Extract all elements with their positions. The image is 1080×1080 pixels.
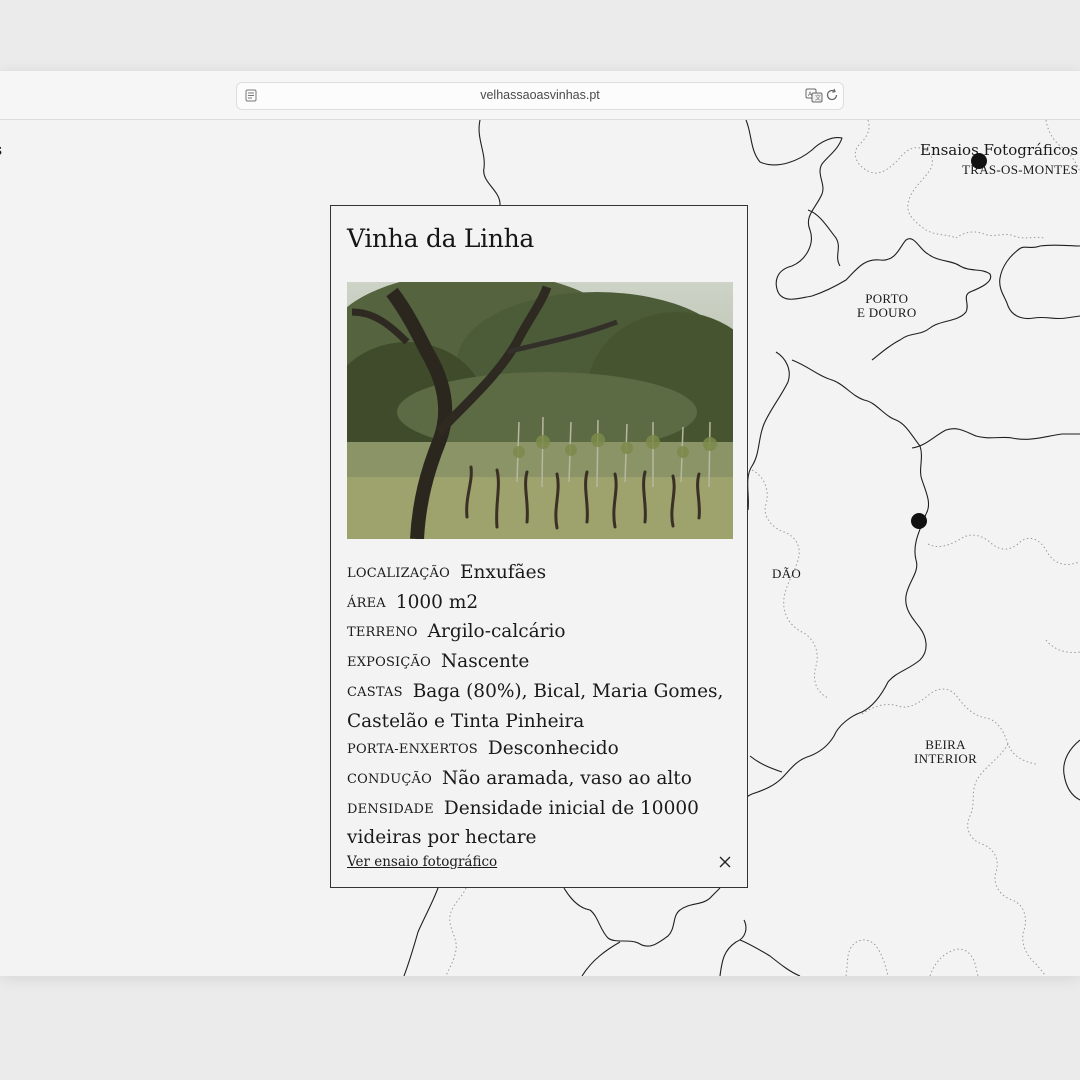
photo-essay-link[interactable]: Ver ensaio fotográfico <box>347 854 497 870</box>
detail-row-training: CONDUÇÃO Não aramada, vaso ao alto <box>347 765 733 795</box>
border-line <box>999 244 1080 320</box>
detail-value: Enxufães <box>460 562 547 583</box>
address-bar[interactable]: velhassaoasvinhas.pt A 文 <box>236 82 844 110</box>
region-label-dao: DÃO <box>772 566 802 581</box>
vineyard-photo <box>347 282 733 539</box>
border-line <box>478 120 501 210</box>
border-line <box>791 359 930 515</box>
detail-value: 1000 m2 <box>395 591 479 613</box>
detail-row-exposure: EXPOSIÇÃO Nascente <box>347 648 733 678</box>
border-line <box>1063 739 1080 801</box>
border-line <box>749 755 783 773</box>
subregion-line <box>751 469 829 699</box>
subregion-line <box>955 231 1045 239</box>
detail-row-density: DENSIDADE Densidade inicial de 10000 vide… <box>347 795 733 852</box>
detail-value: Argilo-calcário <box>427 621 566 643</box>
vineyard-info-card: Vinha da Linha LOCALIZAÇÃO Enxufães ÁREA… <box>330 205 748 888</box>
detail-value: Nascente <box>440 651 530 673</box>
subregion-line <box>845 939 889 976</box>
subregion-line <box>927 534 1080 565</box>
detail-row-terrain: TERRENO Argilo-calcário <box>347 618 733 648</box>
detail-row-grape-varieties: CASTAS Baga (80%), Bical, Maria Gomes, Ca… <box>347 678 733 735</box>
subregion-line <box>1045 639 1080 653</box>
subregion-line <box>967 743 1047 976</box>
subregion-line <box>929 948 979 976</box>
detail-label: CASTAS <box>347 684 403 700</box>
border-line <box>739 939 801 976</box>
detail-label: CONDUÇÃO <box>347 771 432 787</box>
detail-row-area: ÁREA 1000 m2 <box>347 589 733 619</box>
border-line <box>403 887 439 976</box>
site-title-fragment[interactable]: s <box>0 140 2 159</box>
detail-label: TERRENO <box>347 625 418 641</box>
browser-window: velhassaoasvinhas.pt A 文 Ensaios Fotográ… <box>0 71 1080 976</box>
region-label-beira-interior: BEIRA INTERIOR <box>914 737 978 766</box>
detail-label: EXPOSIÇÃO <box>347 655 431 671</box>
vineyard-details: LOCALIZAÇÃO Enxufães ÁREA 1000 m2 TERRENO A… <box>347 559 733 852</box>
detail-label: PORTA-ENXERTOS <box>347 742 478 758</box>
border-line <box>581 941 621 976</box>
subregion-line <box>854 120 957 239</box>
detail-value: Desconhecido <box>487 738 619 760</box>
reload-icon[interactable] <box>825 88 839 102</box>
detail-label: ÁREA <box>347 595 386 611</box>
detail-row-rootstock: PORTA-ENXERTOS Desconhecido <box>347 735 733 765</box>
detail-value: Não aramada, vaso ao alto <box>441 767 692 789</box>
vineyard-marker[interactable] <box>971 153 987 169</box>
border-line <box>719 919 747 976</box>
nav-link-photo-essays[interactable]: Ensaios Fotográficos <box>920 141 1078 159</box>
border-line <box>747 351 790 511</box>
detail-value: Baga (80%), Bical, Maria Gomes, Castelão… <box>347 680 724 732</box>
border-line <box>563 887 721 947</box>
close-icon[interactable] <box>717 854 733 870</box>
border-line <box>807 209 841 267</box>
border-line <box>729 513 927 819</box>
detail-label: DENSIDADE <box>347 801 434 817</box>
page-viewport: s Ensaios Fotográficos TRÁS-OS-MONTES PO… <box>0 120 1080 976</box>
translate-icon[interactable]: A 文 <box>805 88 823 103</box>
region-label-porto-e-douro: PORTO E DOURO <box>857 291 917 320</box>
svg-text:文: 文 <box>815 94 821 102</box>
vineyard-marker[interactable] <box>911 513 927 529</box>
url-text: velhassaoasvinhas.pt <box>480 88 600 102</box>
border-line <box>911 428 1080 449</box>
detail-row-location: LOCALIZAÇÃO Enxufães <box>347 559 733 589</box>
card-title: Vinha da Linha <box>347 224 535 253</box>
browser-toolbar: velhassaoasvinhas.pt A 文 <box>0 71 1080 120</box>
subregion-line <box>445 887 467 976</box>
detail-label: LOCALIZAÇÃO <box>347 566 451 581</box>
